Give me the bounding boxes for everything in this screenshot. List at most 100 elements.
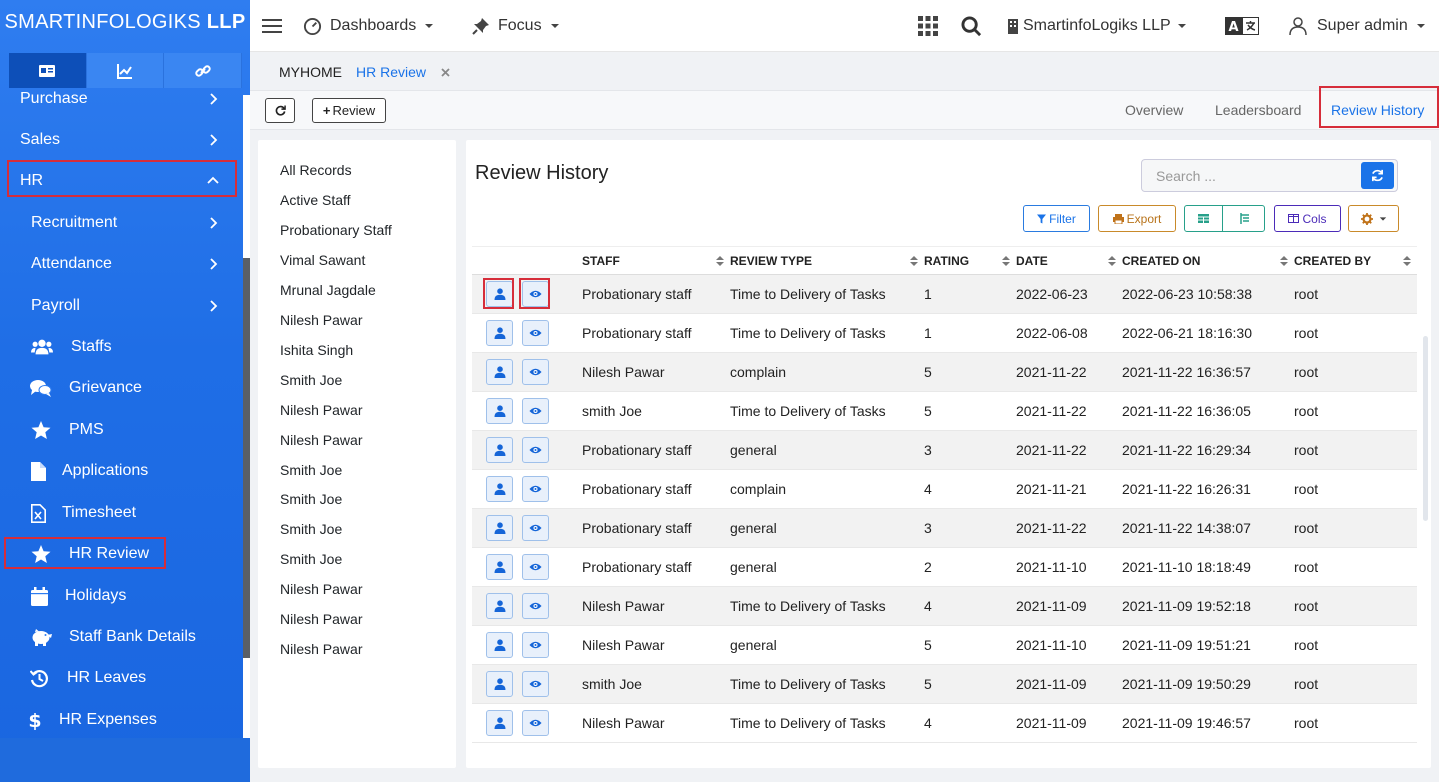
- sidebar-item-applications[interactable]: Applications: [0, 453, 243, 489]
- sidebar-item-payroll[interactable]: Payroll: [0, 288, 243, 324]
- view-staff-button[interactable]: [486, 515, 513, 541]
- sidebar-item-staff-bank-details[interactable]: Staff Bank Details: [0, 619, 243, 655]
- view-staff-button[interactable]: [486, 632, 513, 658]
- cell-review-type: Time to Delivery of Tasks: [730, 313, 924, 353]
- refresh-button[interactable]: [265, 98, 295, 123]
- sidebar-item-staffs[interactable]: Staffs: [0, 329, 243, 365]
- column-header-rating[interactable]: RATING: [924, 246, 1016, 275]
- table-view-button[interactable]: [1185, 206, 1224, 231]
- view-review-button[interactable]: [522, 437, 549, 463]
- filter-list-item[interactable]: Active Staff: [280, 192, 351, 208]
- filter-list-item[interactable]: Ishita Singh: [280, 342, 353, 358]
- table-scrollbar[interactable]: [1423, 336, 1428, 521]
- focus-dropdown[interactable]: Focus: [472, 0, 560, 52]
- view-staff-button[interactable]: [486, 476, 513, 502]
- view-review-button[interactable]: [522, 320, 549, 346]
- sidebar-item-hr-leaves[interactable]: HR Leaves: [0, 660, 243, 696]
- filter-list-item[interactable]: Nilesh Pawar: [280, 611, 362, 627]
- sidebar-item-pms[interactable]: PMS: [0, 412, 243, 448]
- filter-list-item[interactable]: Nilesh Pawar: [280, 432, 362, 448]
- view-review-button[interactable]: [522, 632, 549, 658]
- view-staff-button[interactable]: [486, 593, 513, 619]
- filter-list-item[interactable]: Vimal Sawant: [280, 252, 365, 268]
- view-staff-button[interactable]: [486, 710, 513, 736]
- tab-overview[interactable]: Overview: [1125, 91, 1183, 129]
- column-header-created-on[interactable]: CREATED ON: [1122, 246, 1294, 275]
- table-row[interactable]: Nilesh Pawar Time to Delivery of Tasks 4 20…: [472, 703, 1417, 743]
- filter-list-item[interactable]: Mrunal Jagdale: [280, 282, 376, 298]
- table-row[interactable]: Probationary staff general 3 2021-11-22 2021…: [472, 430, 1417, 470]
- table-row[interactable]: Probationary staff general 2 2021-11-10 2021…: [472, 547, 1417, 587]
- breadcrumb-current-tab[interactable]: HR Review: [356, 64, 426, 80]
- columns-button[interactable]: Cols: [1274, 205, 1341, 232]
- filter-list-item[interactable]: Nilesh Pawar: [280, 312, 362, 328]
- view-staff-button[interactable]: [486, 437, 513, 463]
- sidebar-item-sales[interactable]: Sales: [0, 122, 243, 158]
- building-icon: [1008, 19, 1018, 34]
- apps-grid-button[interactable]: [918, 0, 938, 52]
- filter-list-item[interactable]: Smith Joe: [280, 372, 342, 388]
- user-menu-dropdown[interactable]: Super admin: [1289, 0, 1426, 52]
- table-row[interactable]: Nilesh Pawar general 5 2021-11-10 2021-11-09…: [472, 625, 1417, 665]
- view-staff-button[interactable]: [486, 554, 513, 580]
- filter-list-item[interactable]: Smith Joe: [280, 462, 342, 478]
- column-header-staff[interactable]: STAFF: [582, 246, 730, 275]
- filter-button[interactable]: Filter: [1023, 205, 1090, 232]
- view-staff-button[interactable]: [486, 320, 513, 346]
- hamburger-menu-button[interactable]: [262, 0, 282, 52]
- column-header-review-type[interactable]: REVIEW TYPE: [730, 246, 924, 275]
- sidebar-item-grievance[interactable]: Grievance: [0, 370, 243, 406]
- search-input[interactable]: Search ...: [1156, 168, 1216, 184]
- column-header-created-by[interactable]: CREATED BY: [1294, 246, 1417, 275]
- view-review-button[interactable]: [522, 398, 549, 424]
- view-staff-button[interactable]: [486, 398, 513, 424]
- sidebar-item-attendance[interactable]: Attendance: [0, 246, 243, 282]
- view-review-button[interactable]: [522, 671, 549, 697]
- column-header-date[interactable]: DATE: [1016, 246, 1122, 275]
- table-row[interactable]: Nilesh Pawar Time to Delivery of Tasks 4 20…: [472, 586, 1417, 626]
- company-dropdown[interactable]: SmartinfoLogiks LLP: [1007, 0, 1187, 52]
- filter-list-item[interactable]: All Records: [280, 162, 352, 178]
- table-row[interactable]: Probationary staff general 3 2021-11-22 2021…: [472, 508, 1417, 548]
- tab-leadersboard[interactable]: Leadersboard: [1215, 91, 1301, 129]
- sidebar-item-hr-expenses[interactable]: HR Expenses $: [0, 702, 243, 738]
- tree-view-button[interactable]: [1226, 206, 1264, 231]
- filter-list-item[interactable]: Nilesh Pawar: [280, 641, 362, 657]
- close-tab-icon[interactable]: [441, 68, 450, 77]
- table-row[interactable]: smith Joe Time to Delivery of Tasks 5 2021-…: [472, 664, 1417, 704]
- filter-list-item[interactable]: Smith Joe: [280, 491, 342, 507]
- view-staff-button[interactable]: [486, 359, 513, 385]
- filter-list-item[interactable]: Smith Joe: [280, 521, 342, 537]
- filter-list-item[interactable]: Nilesh Pawar: [280, 581, 362, 597]
- sidebar-item-purchase[interactable]: Purchase: [0, 81, 243, 117]
- view-review-button[interactable]: [522, 710, 549, 736]
- view-staff-button[interactable]: [486, 671, 513, 697]
- view-review-button[interactable]: [522, 359, 549, 385]
- table-row[interactable]: Probationary staff complain 4 2021-11-21 202…: [472, 469, 1417, 509]
- table-row[interactable]: Probationary staff Time to Delivery of Ta…: [472, 274, 1417, 314]
- view-review-button[interactable]: [522, 515, 549, 541]
- language-button[interactable]: A: [1225, 0, 1259, 52]
- search-refresh-button[interactable]: [1361, 162, 1394, 189]
- add-review-button[interactable]: + Review: [312, 98, 386, 123]
- filter-list-item[interactable]: Smith Joe: [280, 551, 342, 567]
- view-review-button[interactable]: [522, 593, 549, 619]
- filter-list-item[interactable]: Probationary Staff: [280, 222, 392, 238]
- cell-staff: smith Joe: [582, 391, 730, 431]
- sidebar-item-holidays[interactable]: Holidays: [0, 578, 243, 614]
- settings-dropdown-button[interactable]: [1348, 205, 1399, 232]
- view-review-button[interactable]: [522, 554, 549, 580]
- filter-list-item[interactable]: Nilesh Pawar: [280, 402, 362, 418]
- table-row[interactable]: Probationary staff Time to Delivery of Ta…: [472, 313, 1417, 353]
- dashboards-dropdown[interactable]: Dashboards: [303, 0, 434, 52]
- global-search-button[interactable]: [961, 0, 982, 52]
- breadcrumb-home[interactable]: MYHOME: [279, 64, 342, 80]
- table-row[interactable]: Nilesh Pawar complain 5 2021-11-22 2021-11-2…: [472, 352, 1417, 392]
- brand-logo[interactable]: SMARTINFOLOGIKS LLP: [0, 0, 250, 46]
- view-review-button[interactable]: [522, 476, 549, 502]
- export-button[interactable]: Export: [1098, 205, 1176, 232]
- table-row[interactable]: smith Joe Time to Delivery of Tasks 5 2021-…: [472, 391, 1417, 431]
- sidebar-item-timesheet[interactable]: Timesheet: [0, 495, 243, 531]
- sidebar-scrollbar[interactable]: [243, 258, 250, 658]
- sidebar-item-recruitment[interactable]: Recruitment: [0, 205, 243, 241]
